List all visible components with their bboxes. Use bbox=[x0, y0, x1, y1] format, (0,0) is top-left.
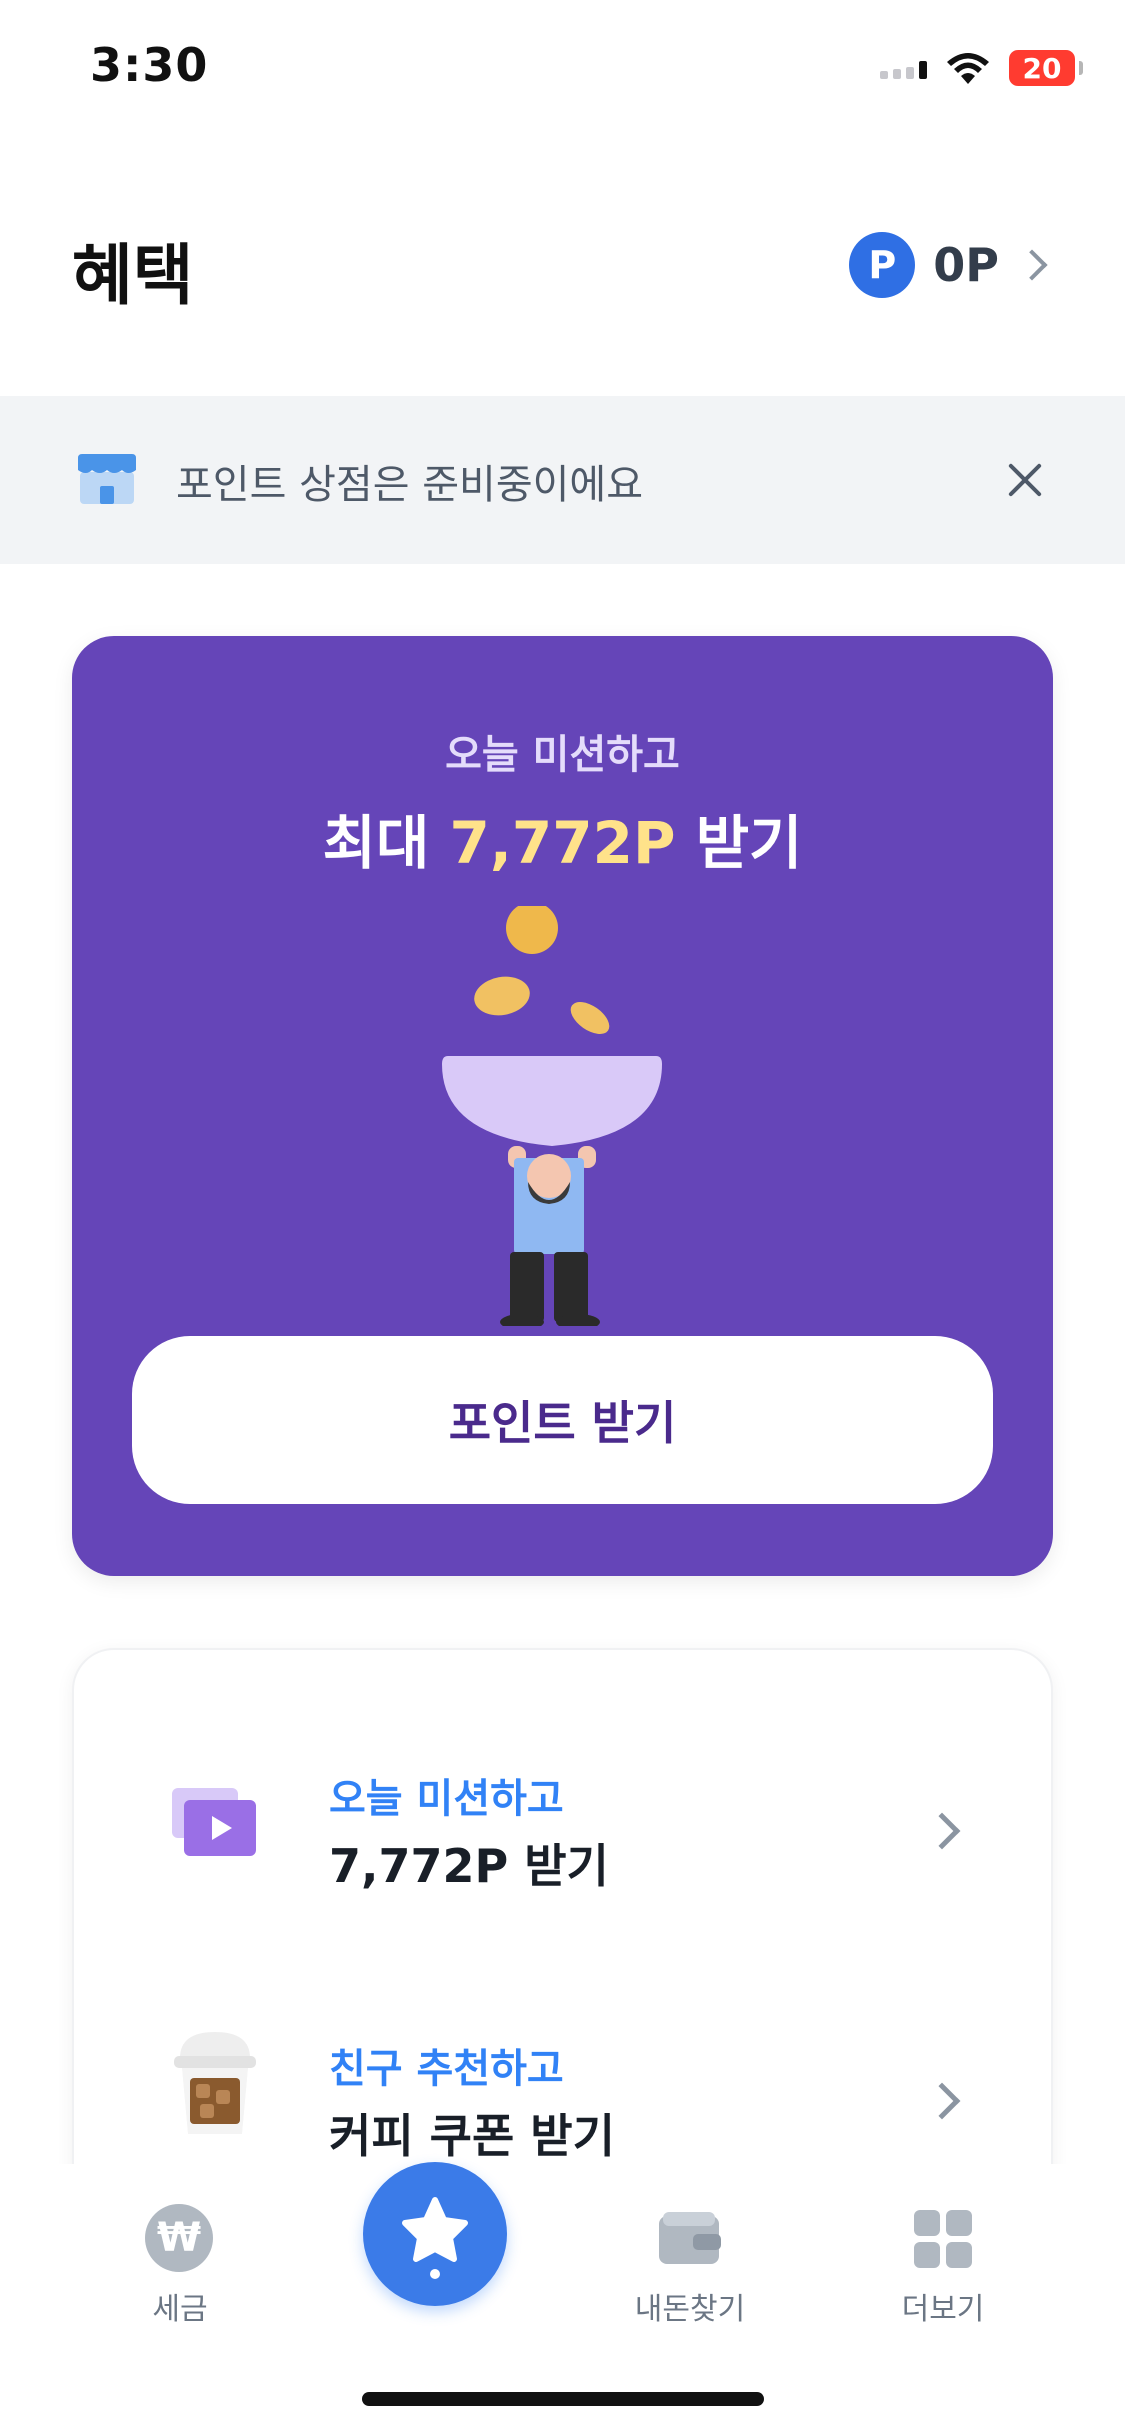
chevron-right-icon bbox=[923, 1812, 961, 1850]
chevron-right-icon bbox=[1016, 249, 1048, 281]
wallet-icon bbox=[659, 2212, 721, 2264]
page-title: 혜택 bbox=[72, 237, 194, 314]
won-icon: ₩ bbox=[145, 2204, 213, 2272]
status-bar: 3:30 20 bbox=[0, 0, 1125, 135]
notice-text: 포인트 상점은 준비중이에요 bbox=[176, 462, 644, 508]
list-item[interactable]: 친구 추천하고 커피 쿠폰 받기 bbox=[74, 1980, 1051, 2180]
tab-find-money-label: 내돈찾기 bbox=[634, 2292, 746, 2327]
home-indicator bbox=[362, 2392, 764, 2406]
notice-banner: 포인트 상점은 준비중이에요 bbox=[0, 396, 1125, 564]
points-value: 0P bbox=[933, 238, 999, 292]
promo-title-suffix: 받기 bbox=[695, 809, 803, 877]
person-holding-bowl-illustration bbox=[442, 906, 662, 1326]
list-item-title: 커피 쿠폰 받기 bbox=[329, 2109, 615, 2163]
battery-level: 20 bbox=[1022, 51, 1062, 85]
promo-title: 최대 7,772P 받기 bbox=[72, 796, 1053, 880]
tab-find-money[interactable]: 내돈찾기 bbox=[610, 2204, 770, 2328]
video-play-icon bbox=[172, 1788, 256, 1856]
points-icon: P bbox=[849, 232, 916, 298]
tab-tax[interactable]: ₩ 세금 bbox=[100, 2204, 260, 2328]
star-icon bbox=[402, 2197, 468, 2279]
points-balance-link[interactable]: P 0P bbox=[849, 232, 1048, 298]
cellular-signal-icon bbox=[880, 57, 927, 79]
list-item-subtitle: 친구 추천하고 bbox=[329, 2046, 564, 2092]
coffee-cup-icon bbox=[174, 2032, 256, 2134]
list-item-title: 7,772P 받기 bbox=[329, 1839, 609, 1893]
list-item[interactable]: 오늘 미션하고 7,772P 받기 bbox=[74, 1710, 1051, 1910]
promo-title-highlight: 7,772P bbox=[449, 809, 676, 877]
wifi-icon bbox=[947, 53, 989, 84]
tab-more[interactable]: 더보기 bbox=[863, 2204, 1023, 2328]
tab-benefits[interactable] bbox=[363, 2162, 507, 2306]
list-item-subtitle: 오늘 미션하고 bbox=[329, 1776, 564, 1822]
get-points-button[interactable]: 포인트 받기 bbox=[132, 1336, 993, 1504]
grid-icon bbox=[914, 2210, 972, 2268]
status-time: 3:30 bbox=[90, 38, 209, 92]
tab-more-label: 더보기 bbox=[901, 2292, 985, 2327]
battery-icon: 20 bbox=[1009, 50, 1083, 86]
promo-card: 오늘 미션하고 최대 7,772P 받기 포인트 받기 bbox=[72, 636, 1053, 1576]
promo-title-prefix: 최대 bbox=[322, 809, 430, 877]
store-icon bbox=[78, 454, 136, 504]
promo-subtitle: 오늘 미션하고 bbox=[445, 732, 680, 778]
tab-tax-label: 세금 bbox=[152, 2292, 208, 2327]
close-icon[interactable] bbox=[1005, 460, 1045, 500]
chevron-right-icon bbox=[923, 2082, 961, 2120]
status-icons: 20 bbox=[880, 46, 1083, 90]
